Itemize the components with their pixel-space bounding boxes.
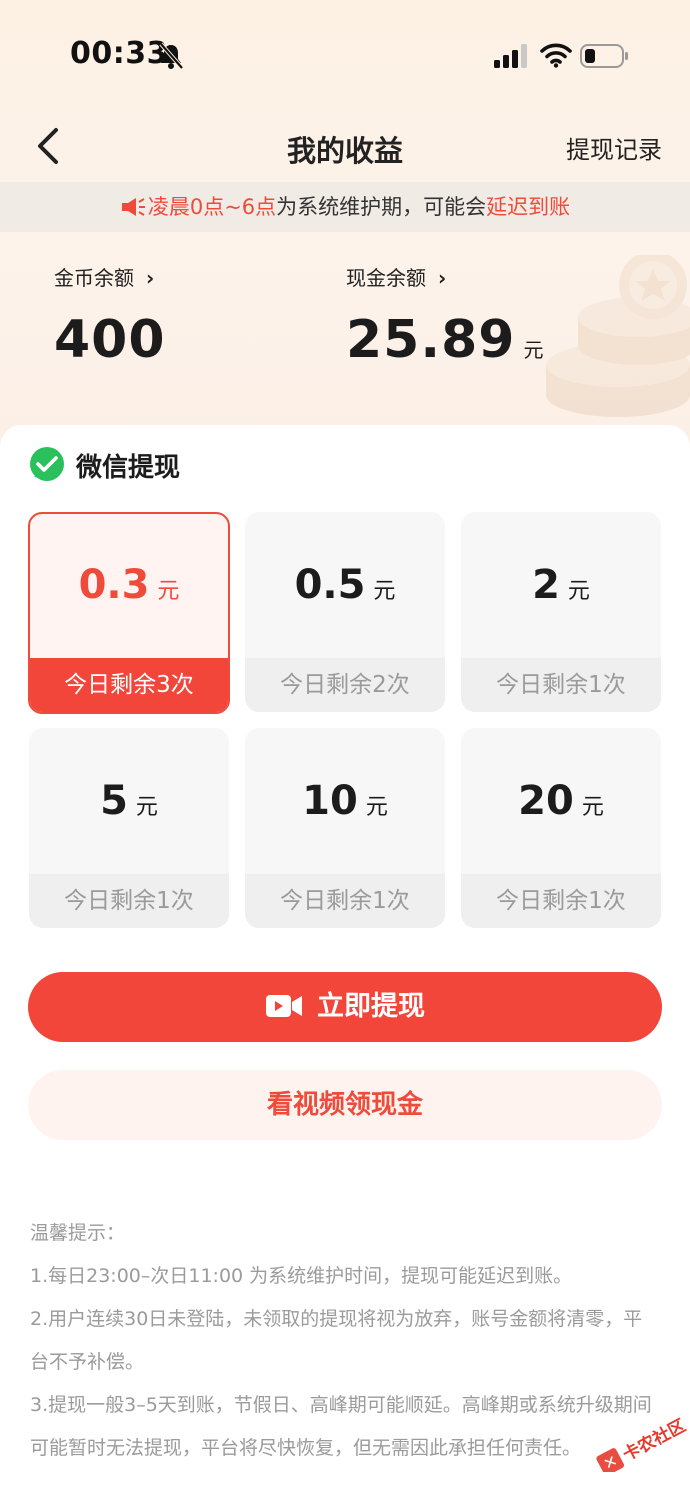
remaining-count: 今日剩余1次: [461, 658, 661, 712]
wifi-icon: [540, 43, 572, 68]
amount-option-2[interactable]: 2元 今日剩余1次: [461, 512, 661, 712]
status-bar: 00:33: [0, 0, 690, 110]
chevron-right-icon: ›: [438, 266, 447, 290]
amount-value: 0.5 元: [294, 562, 396, 608]
remaining-count: 今日剩余1次: [29, 874, 229, 928]
amount-value: 20 元: [518, 778, 604, 824]
wechat-withdraw-title: 微信提现: [76, 453, 181, 483]
tip-line-3: 3.提现一般3–5天到账，节假日、高峰期可能顺延。高峰期或系统升级期间可能暂时无…: [30, 1394, 652, 1459]
video-camera-icon: [266, 995, 302, 1017]
tip-line-2: 2.用户连续30日未登陆，未领取的提现将视为放弃，账号金额将清零，平台不予补偿。: [30, 1308, 643, 1373]
amount-option-5[interactable]: 5元 今日剩余1次: [29, 728, 229, 928]
watermark-text: 卡农社区: [619, 1415, 689, 1465]
wechat-icon: [30, 447, 64, 481]
tips-section: 温馨提示： 1.每日23:00–次日11:00 为系统维护时间，提现可能延迟到账…: [30, 1212, 660, 1470]
speaker-icon: [121, 198, 145, 216]
remaining-count: 今日剩余1次: [245, 874, 445, 928]
amount-option-0-3[interactable]: 0.3 元 今日剩余3次: [28, 512, 230, 714]
notice-delay-text: 延迟到账: [486, 195, 571, 219]
chevron-right-icon: ›: [146, 266, 155, 290]
notice-text: 为系统维护期，可能会: [276, 195, 487, 219]
bell-muted-icon: [159, 42, 184, 70]
remaining-count: 今日剩余3次: [30, 658, 228, 712]
tips-title: 温馨提示：: [30, 1222, 126, 1244]
watch-video-button[interactable]: 看视频领现金: [28, 1070, 662, 1140]
status-time: 00:33: [70, 36, 168, 71]
coin-balance-value: 400: [54, 310, 166, 370]
withdraw-now-button[interactable]: 立即提现: [28, 972, 662, 1042]
amount-value: 2元: [532, 562, 590, 608]
remaining-count: 今日剩余1次: [461, 874, 661, 928]
amount-option-0-5[interactable]: 0.5 元 今日剩余2次: [245, 512, 445, 712]
withdraw-history-link[interactable]: 提现记录: [566, 130, 662, 165]
remaining-count: 今日剩余2次: [245, 658, 445, 712]
cash-balance-label: 现金余额: [346, 266, 426, 290]
amount-value: 5元: [100, 778, 158, 824]
amount-option-20[interactable]: 20 元 今日剩余1次: [461, 728, 661, 928]
cash-balance-value: 25.89: [346, 310, 516, 370]
battery-icon: [580, 44, 628, 68]
coin-stack-icon: [546, 255, 690, 417]
tip-line-1: 1.每日23:00–次日11:00 为系统维护时间，提现可能延迟到账。: [30, 1265, 573, 1287]
notice-time-range: 凌晨0点~6点: [147, 195, 277, 219]
coin-balance-label: 金币余额: [54, 266, 134, 290]
amount-option-10[interactable]: 10 元 今日剩余1次: [245, 728, 445, 928]
cellular-signal-icon: [494, 44, 527, 68]
amount-value: 0.3 元: [78, 562, 180, 608]
cash-balance-link[interactable]: 现金余额 ›: [346, 262, 446, 291]
coin-balance-link[interactable]: 金币余额 ›: [54, 262, 154, 291]
cash-balance: 25.89 元: [346, 310, 544, 370]
watermark-logo: ✕ 卡农社区: [596, 1415, 689, 1472]
navigation-bar: 我的收益 提现记录: [0, 110, 690, 182]
maintenance-notice: 凌晨0点~6点为系统维护期，可能会延迟到账: [0, 182, 690, 232]
withdraw-now-label: 立即提现: [317, 991, 425, 1022]
amount-value: 10 元: [302, 778, 388, 824]
